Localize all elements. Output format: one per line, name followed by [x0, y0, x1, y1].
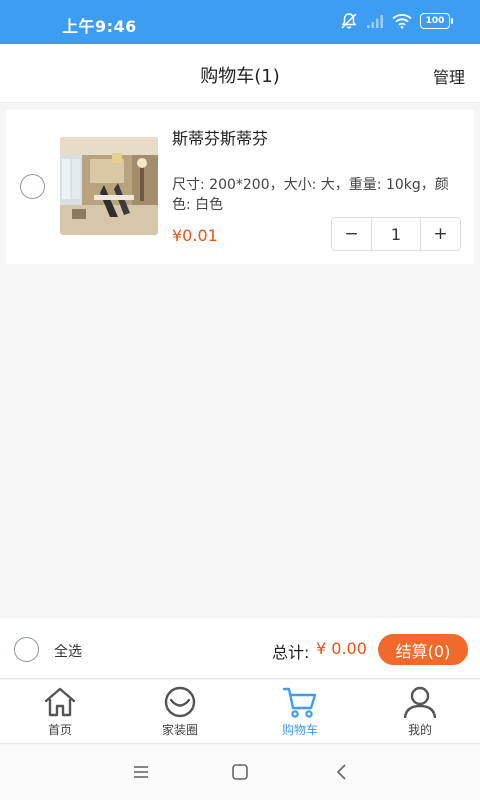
- cart-item: 斯蒂芬斯蒂芬 尺寸: 200*200，大小: 大，重量: 10kg，颜色: 白色…: [6, 110, 474, 264]
- tab-label: 我的: [407, 723, 432, 737]
- checkout-bar: 全选 总计: ¥ 0.00 结算(0): [0, 618, 480, 679]
- back-icon[interactable]: [333, 763, 351, 781]
- tab-label: 购物车: [281, 723, 318, 737]
- home-square-icon[interactable]: [231, 763, 249, 781]
- page-title: 购物车(1): [200, 66, 280, 87]
- page-header: 购物车(1) 管理: [0, 44, 480, 103]
- battery-level: 100: [425, 16, 445, 26]
- checkout-button[interactable]: 结算(0): [378, 634, 468, 665]
- product-price: ¥0.01: [172, 226, 218, 245]
- quantity-stepper: − 1 +: [331, 217, 461, 251]
- tab-cart[interactable]: 购物车: [240, 680, 360, 743]
- tab-home[interactable]: 首页: [0, 680, 120, 743]
- product-image[interactable]: [60, 137, 158, 235]
- tab-label: 首页: [47, 723, 72, 737]
- increase-button[interactable]: +: [421, 218, 460, 250]
- quantity-value[interactable]: 1: [371, 218, 421, 250]
- battery-icon: 100: [420, 13, 453, 29]
- tab-profile[interactable]: 我的: [360, 680, 480, 743]
- manage-button[interactable]: 管理: [433, 64, 465, 88]
- tab-bar: 首页 家装圈 购物车 我的: [0, 680, 480, 744]
- status-time: 上午9:46: [62, 17, 137, 36]
- select-all-label[interactable]: 全选: [54, 641, 82, 661]
- home-icon: [44, 687, 76, 717]
- select-all-radio[interactable]: [14, 637, 39, 662]
- decrease-button[interactable]: −: [332, 218, 371, 250]
- menu-icon[interactable]: [132, 763, 150, 781]
- wifi-icon: [392, 14, 412, 29]
- status-bar: 上午9:46 100: [0, 0, 480, 44]
- product-spec: 尺寸: 200*200，大小: 大，重量: 10kg，颜色: 白色: [172, 177, 449, 213]
- signal-icon: [367, 15, 383, 28]
- item-select-radio[interactable]: [20, 174, 45, 199]
- bell-muted-icon: [341, 13, 357, 29]
- total-label: 总计:: [272, 643, 310, 662]
- product-name[interactable]: 斯蒂芬斯蒂芬: [172, 125, 268, 149]
- cart-icon: [282, 687, 317, 718]
- status-icons: 100: [340, 12, 453, 30]
- tab-label: 家装圈: [161, 723, 198, 737]
- smile-icon: [164, 686, 196, 718]
- system-nav-bar: [0, 745, 480, 800]
- tab-community[interactable]: 家装圈: [120, 680, 240, 743]
- user-icon: [403, 686, 437, 719]
- total-value: ¥ 0.00: [316, 639, 367, 658]
